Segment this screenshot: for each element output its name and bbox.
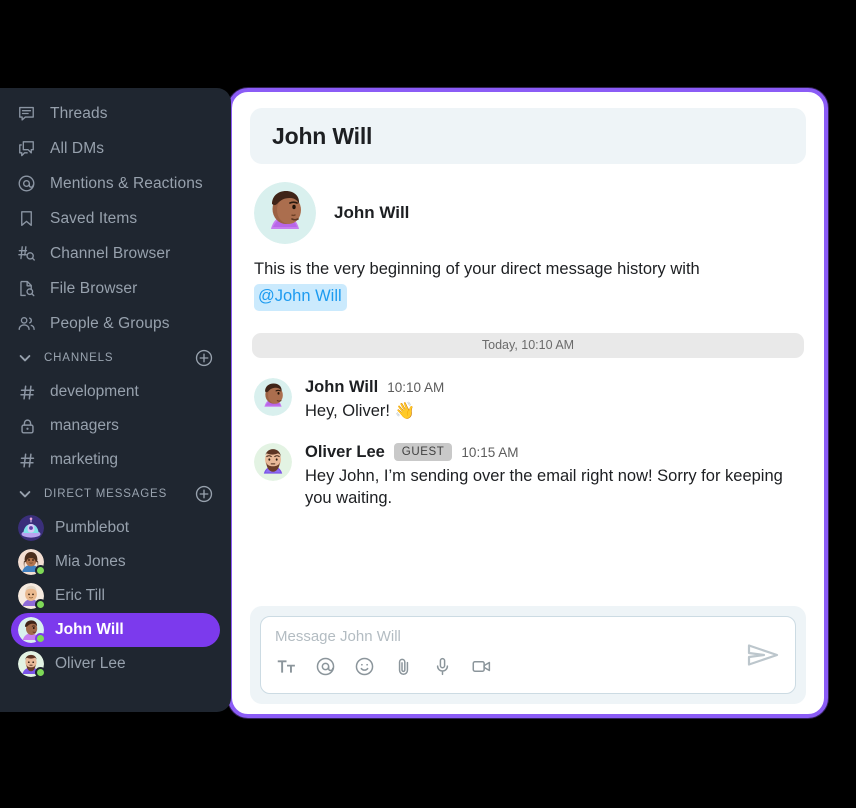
mention-icon[interactable] <box>314 655 336 677</box>
at-mention-icon <box>16 174 36 194</box>
message-author: John Will <box>305 377 379 396</box>
message-row: John Will 10:10 AM Hey, Oliver! 👋 <box>250 377 806 423</box>
sidebar-item-label: File Browser <box>50 279 138 297</box>
sidebar-item-dm-eric-till[interactable]: Eric Till <box>11 579 220 613</box>
sidebar: Threads All DMs Mentions & Reactions Sav… <box>0 88 231 712</box>
composer-placeholder: Message John Will <box>275 628 401 645</box>
intro-text: This is the very beginning of your direc… <box>254 258 774 311</box>
hash-icon <box>18 451 36 469</box>
composer-toolbar <box>275 655 781 677</box>
sidebar-item-saved-items[interactable]: Saved Items <box>0 201 231 236</box>
section-header-channels[interactable]: CHANNELS <box>0 341 231 375</box>
screen: John Will John Will This is the very beg… <box>0 0 856 808</box>
date-divider-label: Today, 10:10 AM <box>481 338 575 353</box>
intro-identity: John Will <box>254 182 802 244</box>
avatar <box>254 377 292 416</box>
chevron-down-icon <box>18 351 32 365</box>
dm-label: John Will <box>55 621 124 638</box>
sidebar-item-channel-browser[interactable]: Channel Browser <box>0 236 231 271</box>
composer-container: Message John Will <box>250 606 806 704</box>
sidebar-item-label: People & Groups <box>50 314 170 332</box>
intro-text-body: This is the very beginning of your direc… <box>254 260 700 278</box>
formatting-icon[interactable] <box>275 655 297 677</box>
chevron-down-icon <box>18 487 32 501</box>
sidebar-item-file-browser[interactable]: File Browser <box>0 271 231 306</box>
message-author: Oliver Lee <box>305 442 385 461</box>
sidebar-item-dm-mia-jones[interactable]: Mia Jones <box>11 545 220 579</box>
avatar <box>18 515 44 541</box>
message-text: Hey John, I’m sending over the email rig… <box>305 466 783 508</box>
chat-panel: John Will John Will This is the very beg… <box>228 88 828 718</box>
online-status-dot <box>35 565 46 576</box>
sidebar-item-dm-john-will[interactable]: John Will <box>11 613 220 647</box>
chat-inner: John Will John Will This is the very beg… <box>232 92 824 714</box>
avatar <box>18 651 46 678</box>
message-row: Oliver Lee GUEST 10:15 AM Hey John, I’m … <box>250 442 806 511</box>
avatar <box>254 182 316 244</box>
add-channel-button[interactable] <box>195 349 213 367</box>
online-status-dot <box>35 633 46 644</box>
all-dms-icon <box>16 139 36 159</box>
sidebar-item-threads[interactable]: Threads <box>0 96 231 131</box>
conversation-intro: John Will This is the very beginning of … <box>250 164 806 311</box>
dm-label: Eric Till <box>55 587 105 604</box>
section-title: CHANNELS <box>44 352 114 364</box>
message-input[interactable]: Message John Will <box>260 616 796 694</box>
channel-browser-icon <box>16 244 36 264</box>
channel-label: development <box>50 383 139 400</box>
conversation-header: John Will <box>250 108 806 164</box>
dm-label: Pumblebot <box>55 519 130 536</box>
sidebar-item-label: All DMs <box>50 139 105 157</box>
avatar <box>254 442 292 481</box>
message-body: John Will 10:10 AM Hey, Oliver! 👋 <box>305 378 802 423</box>
message-timestamp: 10:15 AM <box>461 444 519 460</box>
sidebar-item-dm-pumblebot[interactable]: Pumblebot <box>11 511 220 545</box>
user-mention[interactable]: @John Will <box>254 284 347 311</box>
sidebar-item-people-groups[interactable]: People & Groups <box>0 306 231 341</box>
sidebar-item-all-dms[interactable]: All DMs <box>0 131 231 166</box>
message-meta: John Will 10:10 AM <box>305 378 802 397</box>
message-timestamp: 10:10 AM <box>387 379 445 395</box>
message-meta: Oliver Lee GUEST 10:15 AM <box>305 443 802 462</box>
add-direct-message-button[interactable] <box>195 485 213 503</box>
message-text: Hey, Oliver! 👋 <box>305 401 416 420</box>
date-divider: Today, 10:10 AM <box>252 332 804 358</box>
people-groups-icon <box>16 314 36 334</box>
page-title: John Will <box>272 122 373 149</box>
file-browser-icon <box>16 279 36 299</box>
online-status-dot <box>35 599 46 610</box>
message-body: Oliver Lee GUEST 10:15 AM Hey John, I’m … <box>305 443 802 511</box>
channel-label: marketing <box>50 451 119 468</box>
dm-label: Mia Jones <box>55 553 126 570</box>
sidebar-item-label: Saved Items <box>50 209 138 227</box>
sidebar-item-dm-oliver-lee[interactable]: Oliver Lee <box>11 647 220 681</box>
sidebar-item-label: Channel Browser <box>50 244 171 262</box>
sidebar-item-channel-marketing[interactable]: marketing <box>0 443 231 477</box>
dm-label: Oliver Lee <box>55 655 126 672</box>
avatar <box>18 549 46 576</box>
status-badge: GUEST <box>393 443 453 462</box>
attachment-icon[interactable] <box>392 655 414 677</box>
lock-icon <box>18 417 36 435</box>
emoji-icon[interactable] <box>353 655 375 677</box>
sidebar-item-channel-managers[interactable]: managers <box>0 409 231 443</box>
section-title: DIRECT MESSAGES <box>44 488 168 500</box>
online-status-dot <box>35 667 46 678</box>
channel-label: managers <box>50 417 119 434</box>
video-icon[interactable] <box>470 655 492 677</box>
bookmark-icon <box>16 209 36 229</box>
sidebar-item-mentions-reactions[interactable]: Mentions & Reactions <box>0 166 231 201</box>
intro-user-name: John Will <box>334 203 410 222</box>
threads-icon <box>16 104 36 124</box>
sidebar-item-label: Mentions & Reactions <box>50 174 203 192</box>
section-header-direct-messages[interactable]: DIRECT MESSAGES <box>0 477 231 511</box>
microphone-icon[interactable] <box>431 655 453 677</box>
sidebar-item-label: Threads <box>50 104 108 122</box>
hash-icon <box>18 383 36 401</box>
sidebar-item-channel-development[interactable]: development <box>0 375 231 409</box>
avatar <box>18 583 46 610</box>
send-icon[interactable] <box>745 640 781 670</box>
avatar <box>18 617 46 644</box>
